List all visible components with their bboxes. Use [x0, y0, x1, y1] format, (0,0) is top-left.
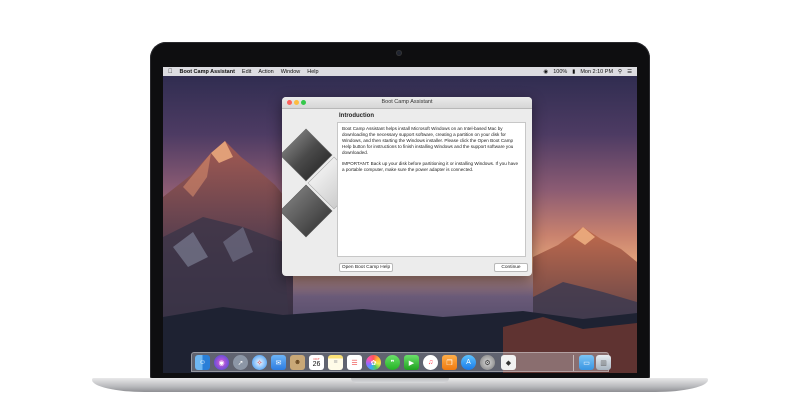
- menu-status-area: ◉ 100% ▮ Mon 2:10 PM ⚲ ☰: [538, 69, 632, 75]
- window-titlebar[interactable]: Boot Camp Assistant: [282, 97, 532, 109]
- downloads-folder-icon[interactable]: ▭: [579, 355, 594, 370]
- wifi-icon[interactable]: ◉: [543, 69, 548, 75]
- intro-paragraph: Boot Camp Assistant helps install Micros…: [342, 126, 514, 155]
- battery-percent[interactable]: 100%: [553, 69, 567, 75]
- apple-menu-icon[interactable]: : [168, 69, 173, 75]
- app-store-icon[interactable]: A: [461, 355, 476, 370]
- menu-help[interactable]: Help: [307, 69, 318, 75]
- laptop-opening-notch: [351, 378, 449, 383]
- contacts-icon[interactable]: ☻: [290, 355, 305, 370]
- notification-center-icon[interactable]: ☰: [627, 69, 632, 75]
- continue-button[interactable]: Continue: [494, 263, 528, 272]
- trash-icon[interactable]: ▥: [596, 355, 611, 370]
- system-preferences-icon[interactable]: ⚙: [480, 355, 495, 370]
- menu-window[interactable]: Window: [281, 69, 301, 75]
- search-icon[interactable]: ⚲: [618, 69, 622, 75]
- important-paragraph: IMPORTANT: Back up your disk before part…: [342, 161, 518, 172]
- siri-icon[interactable]: ◉: [214, 355, 229, 370]
- window-title: Boot Camp Assistant: [381, 99, 433, 105]
- section-title: Introduction: [339, 113, 374, 119]
- dock-separator: [573, 355, 574, 371]
- menu-action[interactable]: Action: [258, 69, 273, 75]
- safari-icon[interactable]: ✧: [252, 355, 267, 370]
- photos-icon[interactable]: ✿: [366, 355, 381, 370]
- notes-icon[interactable]: ≡: [328, 355, 343, 370]
- boot-camp-window: Boot Camp Assistant Introduction Boot Ca…: [282, 97, 532, 276]
- finder-icon[interactable]: ☺: [195, 355, 210, 370]
- laptop-lid:  Boot Camp Assistant Edit Action Window…: [150, 42, 650, 380]
- open-boot-camp-help-button[interactable]: Open Boot Camp Help: [339, 263, 393, 272]
- dock: ☺ ◉ ➚ ✧ ✉ ☻ OCT 26 ≡ ☰ ✿ ❞ ▶ ♫ ❐ A ⚙ ◆ ▭…: [191, 352, 611, 372]
- calendar-day: 26: [312, 360, 321, 368]
- reminders-icon[interactable]: ☰: [347, 355, 362, 370]
- camera: [396, 50, 402, 56]
- menu-bar:  Boot Camp Assistant Edit Action Window…: [163, 67, 637, 76]
- launchpad-icon[interactable]: ➚: [233, 355, 248, 370]
- menu-app-name[interactable]: Boot Camp Assistant: [180, 69, 235, 75]
- music-icon[interactable]: ♫: [423, 355, 438, 370]
- mail-icon[interactable]: ✉: [271, 355, 286, 370]
- boot-camp-icon[interactable]: ◆: [501, 355, 516, 370]
- content-pane: Introduction Boot Camp Assistant helps i…: [337, 113, 529, 260]
- messages-icon[interactable]: ❞: [385, 355, 400, 370]
- facetime-icon[interactable]: ▶: [404, 355, 419, 370]
- menu-edit[interactable]: Edit: [242, 69, 251, 75]
- introduction-text: Boot Camp Assistant helps install Micros…: [337, 122, 526, 257]
- clock[interactable]: Mon 2:10 PM: [580, 69, 613, 75]
- ibooks-icon[interactable]: ❐: [442, 355, 457, 370]
- screen:  Boot Camp Assistant Edit Action Window…: [163, 67, 637, 373]
- battery-icon[interactable]: ▮: [572, 69, 575, 75]
- calendar-icon[interactable]: OCT 26: [309, 355, 324, 370]
